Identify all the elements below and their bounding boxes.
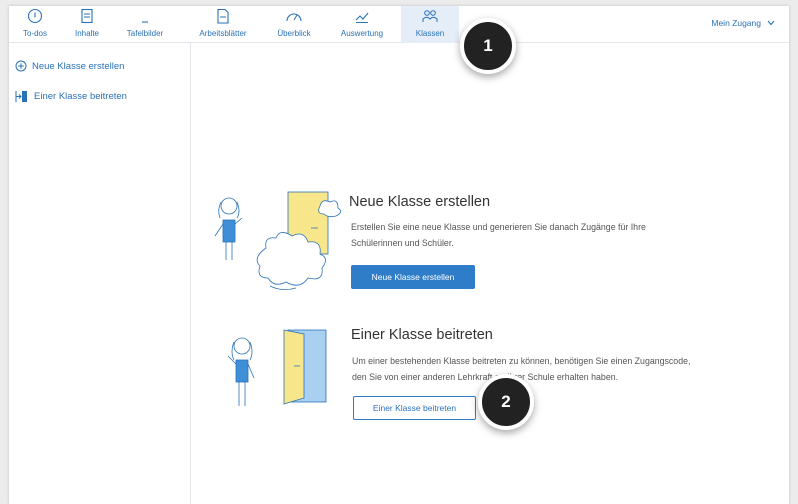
nav-label: Tafelbilder <box>126 29 164 38</box>
nav-label: Auswertung <box>340 29 384 38</box>
nav-item-inhalte[interactable]: Inhalte <box>67 6 107 43</box>
account-menu[interactable]: Mein Zugang <box>711 18 775 28</box>
gauge-icon <box>286 13 302 22</box>
join-class-title: Einer Klasse beitreten <box>351 327 493 343</box>
account-label: Mein Zugang <box>711 18 761 28</box>
sidebar: Neue Klasse erstellen Einer Klasse beitr… <box>9 43 191 504</box>
chevron-down-icon <box>767 20 775 26</box>
chart-icon <box>355 12 369 23</box>
content-icon <box>81 8 93 24</box>
main-content: Neue Klasse erstellen Erstellen Sie eine… <box>191 43 789 504</box>
create-class-desc-line1: Erstellen Sie eine neue Klasse und gener… <box>351 222 646 232</box>
door-enter-icon <box>15 91 27 102</box>
plus-circle-icon <box>15 60 27 72</box>
classes-icon <box>422 10 438 22</box>
create-class-button[interactable]: Neue Klasse erstellen <box>351 265 475 289</box>
join-class-desc-line1: Um einer bestehenden Klasse beitreten zu… <box>352 356 691 366</box>
create-class-illustration <box>214 191 341 290</box>
nav-item-arbeitsblaetter[interactable]: Arbeitsblätter <box>187 6 259 43</box>
nav-item-todos[interactable]: To-dos <box>15 6 55 43</box>
join-class-button[interactable]: Einer Klasse beitreten <box>353 396 476 420</box>
sidebar-item-create-class[interactable]: Neue Klasse erstellen <box>15 60 124 72</box>
app-window: To-dos Inhalte Tafelbilder Arbeitsblätte… <box>9 6 789 504</box>
step-badge-2: 2 <box>478 374 534 430</box>
nav-label: Inhalte <box>74 29 100 38</box>
todo-icon <box>27 8 43 24</box>
sidebar-item-label: Einer Klasse beitreten <box>34 91 127 102</box>
nav-item-klassen[interactable]: Klassen <box>401 6 459 43</box>
join-class-illustration <box>227 329 327 406</box>
nav-label: Arbeitsblätter <box>199 29 247 38</box>
top-navigation: To-dos Inhalte Tafelbilder Arbeitsblätte… <box>9 6 789 43</box>
nav-label: Überblick <box>277 29 311 38</box>
worksheet-icon <box>217 8 229 24</box>
sidebar-item-label: Neue Klasse erstellen <box>32 60 125 72</box>
nav-item-ueberblick[interactable]: Überblick <box>269 6 319 43</box>
nav-label: Klassen <box>415 29 445 38</box>
sidebar-item-join-class[interactable]: Einer Klasse beitreten <box>15 90 127 103</box>
nav-item-auswertung[interactable]: Auswertung <box>333 6 391 43</box>
board-icon <box>142 21 148 23</box>
nav-label: To-dos <box>22 29 47 38</box>
step-badge-1: 1 <box>460 18 516 74</box>
create-class-desc-line2: Schülerinnen und Schüler. <box>351 238 454 248</box>
nav-item-tafelbilder[interactable]: Tafelbilder <box>121 6 169 43</box>
create-class-title: Neue Klasse erstellen <box>349 194 491 210</box>
